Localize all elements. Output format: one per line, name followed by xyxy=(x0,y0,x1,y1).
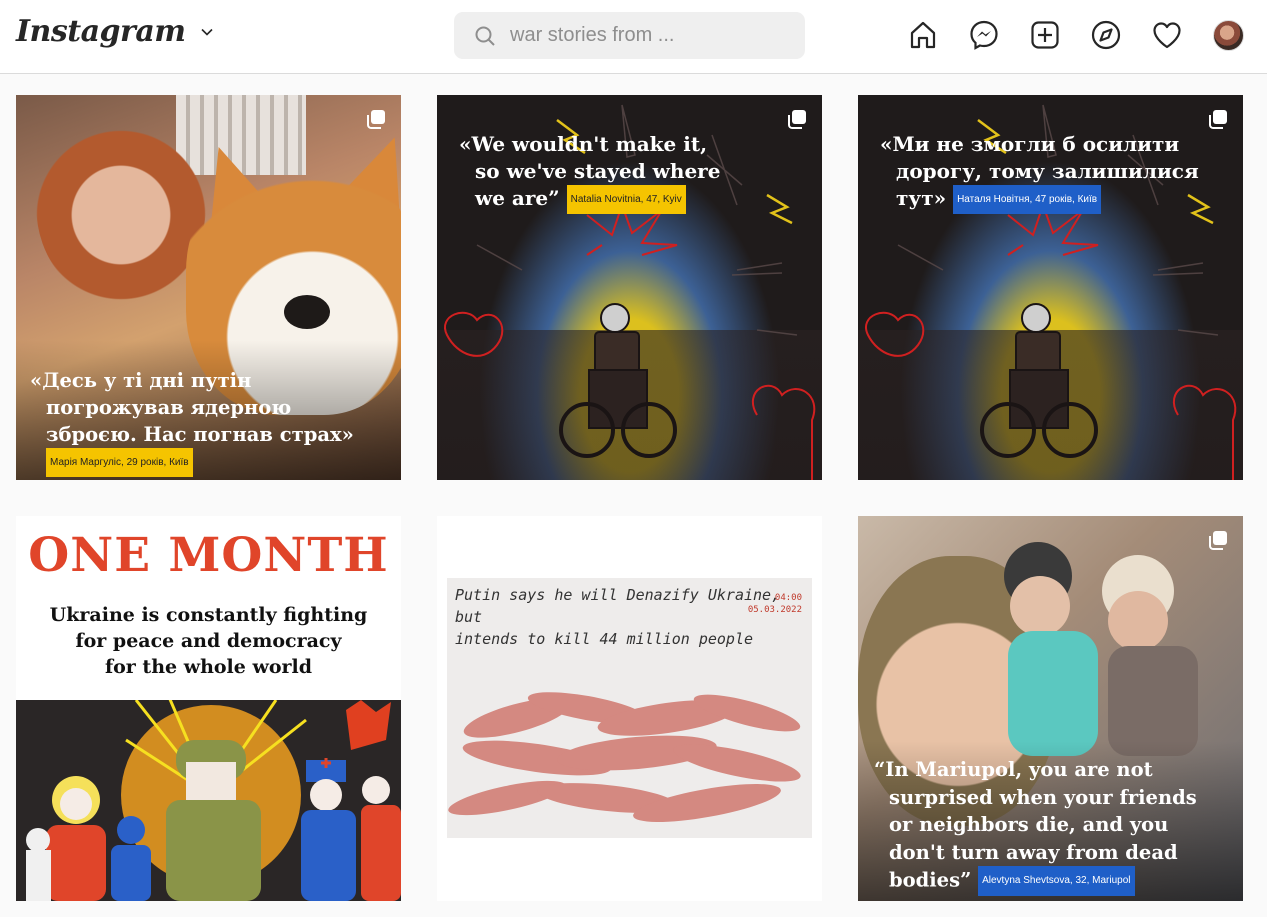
quote-line: зброєю. Нас погнав страх» xyxy=(46,423,354,446)
post-tile-5[interactable]: Putin says he will Denazify Ukraine, but… xyxy=(437,516,822,901)
companions-photo xyxy=(1004,542,1198,756)
multiple-images-icon xyxy=(1209,531,1227,550)
activity-button[interactable] xyxy=(1150,18,1184,52)
multiple-images-icon xyxy=(788,110,806,129)
post-title: ONE MONTH xyxy=(28,528,389,583)
post-tile-1[interactable]: «Десь у ті дні путін погрожував ядерною … xyxy=(16,95,401,480)
post-quote: “In Mariupol, you are not surprised when… xyxy=(874,756,1197,896)
crowd-drawing xyxy=(26,700,401,901)
messenger-button[interactable] xyxy=(967,18,1001,52)
new-post-button[interactable] xyxy=(1028,18,1062,52)
post-quote: «Ми не змогли б осилити дорогу, тому зал… xyxy=(880,131,1199,214)
multiple-images-icon xyxy=(367,110,385,129)
quote-line: погрожував ядерною xyxy=(46,396,292,419)
messenger-icon xyxy=(970,20,998,50)
quote-line: “In Mariupol, you are not xyxy=(874,758,1153,781)
post-tile-3[interactable]: «Ми не змогли б осилити дорогу, тому зал… xyxy=(858,95,1243,480)
chevron-down-icon[interactable] xyxy=(200,25,214,39)
note-date: 05.03.2022 xyxy=(747,605,802,615)
subtitle-line: Ukraine is constantly fighting xyxy=(49,604,368,626)
quote-line: bodies” xyxy=(889,868,972,892)
nav-icons xyxy=(906,18,1244,52)
home-button[interactable] xyxy=(906,18,940,52)
quote-line: or neighbors die, and you xyxy=(889,813,1169,836)
note-datetime: 04:00 05.03.2022 xyxy=(748,592,802,616)
quote-line: «We wouldn't make it, xyxy=(459,132,708,156)
quote-line: surprised when your friends xyxy=(889,785,1197,809)
home-icon xyxy=(910,21,936,49)
quote-line: «Ми не змогли б осилити xyxy=(880,132,1180,156)
new-post-icon xyxy=(1031,21,1059,49)
author-tag: Марія Маргуліс, 29 років, Київ xyxy=(46,448,193,477)
post-subtitle: Ukraine is constantly fighting for peace… xyxy=(16,602,401,680)
logo-wordmark: Instagram xyxy=(16,14,186,49)
quote-line: дорогу, тому залишилися xyxy=(896,159,1199,183)
subtitle-line: for the whole world xyxy=(104,656,313,678)
explore-button[interactable] xyxy=(1089,18,1123,52)
search-input[interactable] xyxy=(510,24,790,47)
profile-avatar[interactable] xyxy=(1213,19,1244,51)
post-tile-6[interactable]: “In Mariupol, you are not surprised when… xyxy=(858,516,1243,901)
post-tile-4[interactable]: ONE MONTH Ukraine is constantly fighting… xyxy=(16,516,401,901)
quote-line: we are” xyxy=(475,186,560,210)
post-tile-2[interactable]: «We wouldn't make it, so we've stayed wh… xyxy=(437,95,822,480)
quote-line: тут» xyxy=(896,186,947,210)
search-icon xyxy=(475,26,495,46)
subtitle-line: for peace and democracy xyxy=(75,630,342,652)
instagram-logo[interactable]: Instagram xyxy=(16,14,214,49)
multiple-images-icon xyxy=(1209,110,1227,129)
drawing-paper: Putin says he will Denazify Ukraine, but… xyxy=(447,578,812,838)
quote-line: «Десь у ті дні путін xyxy=(30,369,252,392)
people-illustration xyxy=(16,700,401,901)
top-navigation-bar: Instagram xyxy=(0,0,1267,74)
red-watercolor-figures xyxy=(448,692,801,822)
activity-heart-icon xyxy=(1153,22,1181,49)
note-line: intends to kill 44 million people xyxy=(455,630,754,648)
woman-photo xyxy=(36,105,206,305)
quote-line: don't turn away from dead xyxy=(889,840,1178,864)
author-tag: Natalia Novitnia, 47, Kyiv xyxy=(566,185,686,214)
quote-line: so we've stayed where xyxy=(475,159,721,183)
explore-icon xyxy=(1091,20,1121,50)
author-tag: Alevtyna Shevtsova, 32, Mariupol xyxy=(978,866,1135,896)
note-time: 04:00 xyxy=(774,593,802,603)
post-quote: «Десь у ті дні путін погрожував ядерною … xyxy=(30,367,354,477)
author-tag: Наталя Новітня, 47 років, Київ xyxy=(953,185,1102,214)
search-box[interactable] xyxy=(454,12,805,59)
dog-nose xyxy=(284,295,330,329)
post-quote: «We wouldn't make it, so we've stayed wh… xyxy=(459,131,720,214)
